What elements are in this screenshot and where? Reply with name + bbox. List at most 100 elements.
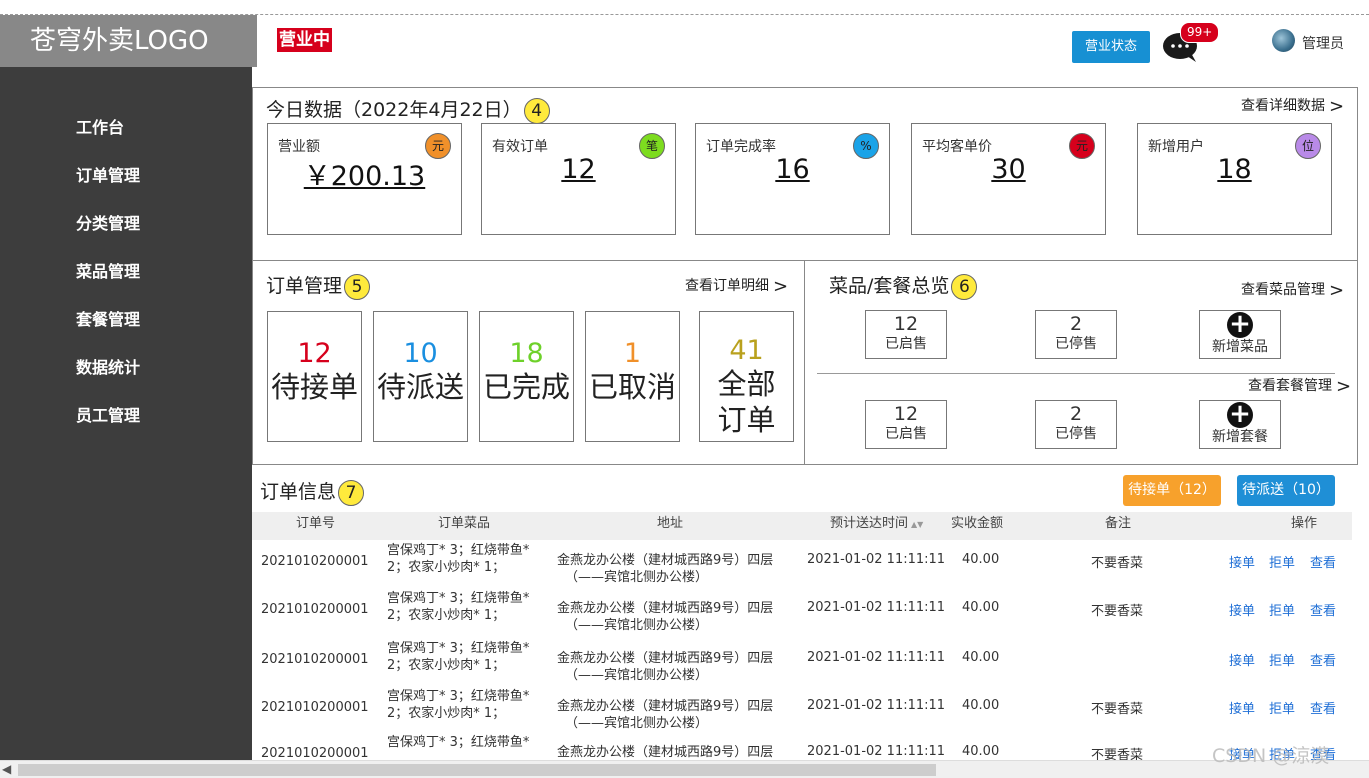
label: 新增菜品 bbox=[1212, 339, 1268, 355]
panel-title: 今日数据（2022年4月22日） 4 bbox=[266, 95, 550, 124]
pending-orders-button[interactable]: 待接单（12） bbox=[1123, 475, 1221, 506]
order-address-line1: 金燕龙办公楼（建材城西路9号）四层 bbox=[557, 651, 774, 666]
view-setmeal-management-link[interactable]: 查看套餐管理 > bbox=[1248, 375, 1351, 397]
dish-overview-panel: 菜品/套餐总览 6 查看菜品管理 > 12 已启售 2 已停售 + 新增菜品 查看套… bbox=[804, 260, 1358, 465]
order-count: 1 bbox=[623, 338, 642, 369]
accept-order-link[interactable]: 接单 bbox=[1229, 600, 1255, 619]
setmeal-enabled-box[interactable]: 12 已启售 bbox=[865, 400, 947, 449]
chevron-right-icon: > bbox=[1329, 280, 1345, 301]
setmeal-disabled-box[interactable]: 2 已停售 bbox=[1035, 400, 1117, 449]
view-detail-data-link[interactable]: 查看详细数据 > bbox=[1241, 95, 1344, 117]
order-amount: 40.00 bbox=[962, 552, 1000, 567]
panel-title: 订单管理 5 bbox=[266, 271, 371, 300]
order-number: 2021010200001 bbox=[261, 652, 369, 667]
label: 已启售 bbox=[885, 426, 927, 442]
reject-order-link[interactable]: 拒单 bbox=[1269, 698, 1295, 717]
order-count: 12 bbox=[297, 338, 332, 369]
app-logo: 苍穹外卖LOGO bbox=[0, 15, 257, 67]
order-number: 2021010200001 bbox=[261, 554, 369, 569]
label: 已停售 bbox=[1055, 426, 1097, 442]
stat-card-valid-orders: 有效订单 笔 12 bbox=[481, 123, 676, 235]
dish-enabled-box[interactable]: 12 已启售 bbox=[865, 310, 947, 359]
estimated-delivery-time: 2021-01-02 11:11:11 bbox=[807, 650, 946, 665]
sidebar-item-categories[interactable]: 分类管理 bbox=[76, 214, 140, 262]
order-count: 18 bbox=[509, 338, 544, 369]
order-info-title: 订单信息 bbox=[260, 481, 337, 503]
column-header: 地址 bbox=[657, 516, 684, 531]
delivering-orders-button[interactable]: 待派送（10） bbox=[1237, 475, 1335, 506]
section-marker: 6 bbox=[951, 273, 978, 300]
order-amount: 40.00 bbox=[962, 600, 1000, 615]
reject-order-link[interactable]: 拒单 bbox=[1269, 552, 1295, 571]
order-card-pending[interactable]: 12 待接单 bbox=[267, 311, 362, 442]
link-label: 查看套餐管理 bbox=[1248, 378, 1332, 394]
dish-disabled-box[interactable]: 2 已停售 bbox=[1035, 310, 1117, 359]
stat-card-completion-rate: 订单完成率 % 16 bbox=[695, 123, 890, 235]
view-order-link[interactable]: 查看 bbox=[1310, 650, 1336, 669]
sidebar-item-workbench[interactable]: 工作台 bbox=[76, 118, 140, 166]
link-label: 查看详细数据 bbox=[1241, 98, 1325, 114]
admin-name[interactable]: 管理员 bbox=[1302, 33, 1344, 53]
add-setmeal-button[interactable]: + 新增套餐 bbox=[1199, 400, 1281, 449]
sidebar-item-setmeals[interactable]: 套餐管理 bbox=[76, 310, 140, 358]
order-card-to-deliver[interactable]: 10 待派送 bbox=[373, 311, 468, 442]
scrollbar-thumb[interactable] bbox=[18, 764, 936, 776]
order-status-label: 已取消 bbox=[588, 370, 676, 404]
stat-value: 30 bbox=[991, 154, 1026, 185]
order-dishes-line1: 宫保鸡丁* 3；红烧带鱼* bbox=[387, 641, 530, 656]
estimated-delivery-time: 2021-01-02 11:11:11 bbox=[807, 552, 946, 567]
stat-label: 新增用户 bbox=[1148, 139, 1204, 155]
order-card-cancelled[interactable]: 1 已取消 bbox=[585, 311, 680, 442]
view-dish-management-link[interactable]: 查看菜品管理 > bbox=[1241, 279, 1344, 301]
column-header-label: 预计送达时间 bbox=[830, 516, 909, 531]
scroll-left-icon[interactable]: ◀ bbox=[2, 762, 11, 776]
view-order-link[interactable]: 查看 bbox=[1310, 552, 1336, 571]
estimated-delivery-time: 2021-01-02 11:11:11 bbox=[807, 698, 946, 713]
today-data-panel: 今日数据（2022年4月22日） 4 查看详细数据 > 营业额 元 ￥200.13 … bbox=[252, 87, 1358, 261]
avatar[interactable] bbox=[1272, 29, 1295, 52]
order-address-line2: （——宾馆北侧办公楼） bbox=[565, 716, 709, 731]
sidebar-item-dishes[interactable]: 菜品管理 bbox=[76, 262, 140, 310]
view-order-detail-link[interactable]: 查看订单明细 > bbox=[685, 275, 788, 297]
chevron-right-icon: > bbox=[773, 276, 789, 297]
order-card-completed[interactable]: 18 已完成 bbox=[479, 311, 574, 442]
column-header: 订单号 bbox=[296, 516, 336, 531]
sidebar-item-orders[interactable]: 订单管理 bbox=[76, 166, 140, 214]
order-management-title: 订单管理 bbox=[266, 275, 343, 297]
stat-value: 18 bbox=[1217, 154, 1252, 185]
order-count: 10 bbox=[403, 338, 438, 369]
label: 已停售 bbox=[1055, 336, 1097, 352]
horizontal-scrollbar[interactable]: ◀ bbox=[0, 760, 1369, 778]
chevron-right-icon: > bbox=[1336, 376, 1352, 397]
order-amount: 40.00 bbox=[962, 698, 1000, 713]
section-marker: 7 bbox=[338, 479, 365, 506]
count: 12 bbox=[893, 403, 919, 425]
accept-order-link[interactable]: 接单 bbox=[1229, 552, 1255, 571]
view-order-link[interactable]: 查看 bbox=[1310, 698, 1336, 717]
order-note: 不要香菜 bbox=[1091, 556, 1144, 571]
count: 12 bbox=[893, 313, 919, 335]
panel-title: 菜品/套餐总览 6 bbox=[829, 271, 978, 300]
order-management-panel: 订单管理 5 查看订单明细 > 12 待接单 10 待派送 18 已完成 1 已取消… bbox=[252, 260, 805, 465]
accept-order-link[interactable]: 接单 bbox=[1229, 698, 1255, 717]
order-dishes-line2: 2；农家小炒肉* 1； bbox=[387, 706, 506, 721]
accept-order-link[interactable]: 接单 bbox=[1229, 650, 1255, 669]
view-order-link[interactable]: 查看 bbox=[1310, 600, 1336, 619]
chevron-right-icon: > bbox=[1329, 96, 1345, 117]
label: 新增套餐 bbox=[1212, 429, 1268, 445]
reject-order-link[interactable]: 拒单 bbox=[1269, 600, 1295, 619]
order-address-line2: （——宾馆北侧办公楼） bbox=[565, 668, 709, 683]
stat-label: 营业额 bbox=[278, 139, 320, 155]
order-number: 2021010200001 bbox=[261, 700, 369, 715]
reject-order-link[interactable]: 拒单 bbox=[1269, 650, 1295, 669]
section-marker: 5 bbox=[344, 273, 371, 300]
add-dish-button[interactable]: + 新增菜品 bbox=[1199, 310, 1281, 359]
sidebar-item-statistics[interactable]: 数据统计 bbox=[76, 358, 140, 406]
column-header: 备注 bbox=[1105, 516, 1132, 531]
order-card-all[interactable]: 41 全部 订单 bbox=[699, 311, 794, 442]
business-status-button[interactable]: 营业状态 bbox=[1072, 31, 1150, 63]
stat-value: 16 bbox=[775, 154, 810, 185]
sort-icon[interactable]: ▲▼ bbox=[911, 520, 923, 529]
sortable-column-header[interactable]: 预计送达时间 ▲▼ bbox=[830, 512, 923, 537]
sidebar-item-employees[interactable]: 员工管理 bbox=[76, 406, 140, 454]
